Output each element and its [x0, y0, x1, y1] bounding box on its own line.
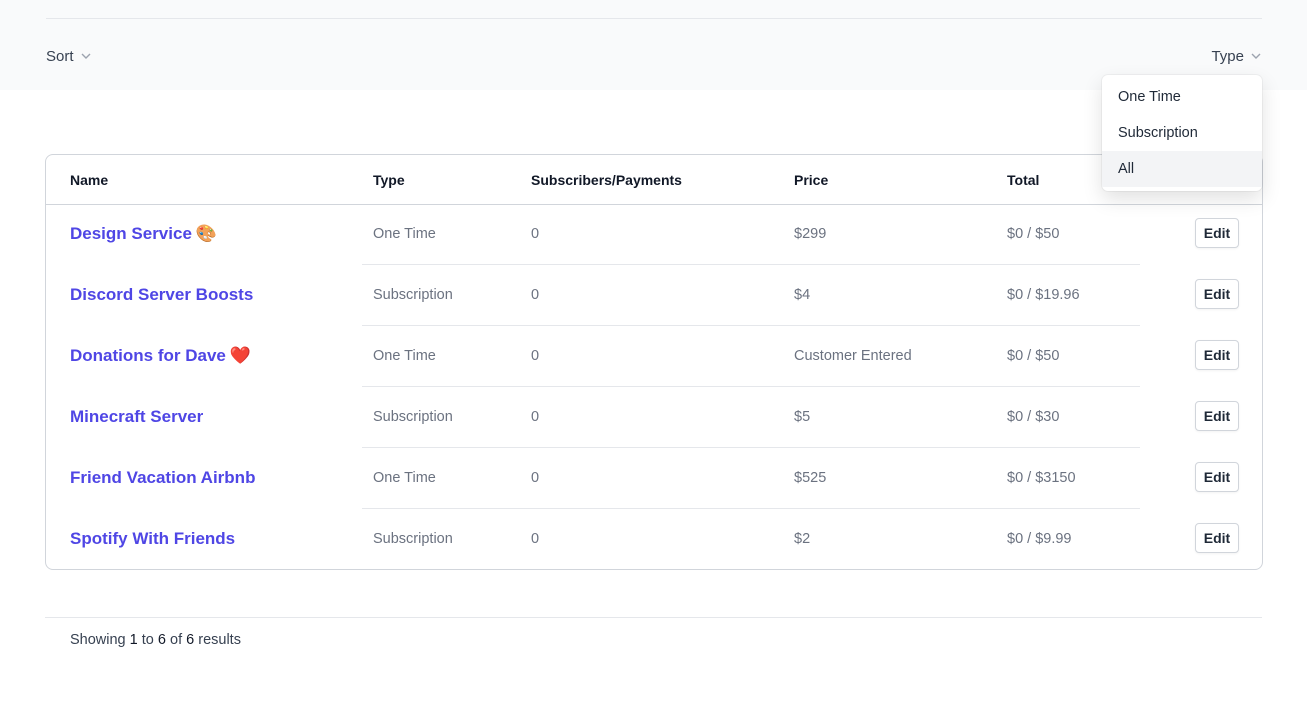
total-cell: $0 / $50 [1007, 226, 1060, 242]
column-header-total: Total [1007, 172, 1040, 188]
table-header: Name Type Subscribers/Payments Price Tot… [46, 155, 1262, 205]
results-from: 1 [129, 632, 138, 648]
price-cell: Customer Entered [794, 348, 912, 364]
column-header-price: Price [794, 172, 829, 188]
chevron-down-icon [1251, 53, 1261, 59]
column-header-name: Name [70, 172, 109, 188]
price-cell: $2 [794, 531, 811, 547]
price-cell: $525 [794, 470, 827, 486]
type-cell: One Time [373, 470, 436, 486]
edit-button[interactable]: Edit [1195, 523, 1239, 553]
type-cell: Subscription [373, 287, 453, 303]
type-option-all[interactable]: All [1102, 151, 1262, 187]
type-cell: Subscription [373, 531, 453, 547]
heart-emoji: ❤️ [229, 346, 252, 365]
subscribers-cell: 0 [531, 348, 540, 364]
sort-menu-button[interactable]: Sort [46, 46, 92, 66]
edit-button[interactable]: Edit [1195, 462, 1239, 492]
sort-label: Sort [46, 47, 74, 65]
price-cell: $5 [794, 409, 811, 425]
price-cell: $299 [794, 226, 827, 242]
type-option-subscription[interactable]: Subscription [1102, 115, 1262, 151]
total-cell: $0 / $50 [1007, 348, 1060, 364]
palette-emoji: 🎨 [195, 224, 218, 243]
type-menu-button[interactable]: Type [1211, 46, 1262, 66]
subscribers-cell: 0 [531, 531, 540, 547]
table-row: Design Service 🎨 One Time 0 $299 $0 / $50… [46, 204, 1262, 265]
chevron-down-icon [81, 53, 91, 59]
table-row: Donations for Dave ❤️ One Time 0 Customer… [46, 326, 1262, 387]
type-option-one-time[interactable]: One Time [1102, 79, 1262, 115]
subscribers-cell: 0 [531, 287, 540, 303]
edit-button[interactable]: Edit [1195, 340, 1239, 370]
type-cell: One Time [373, 226, 436, 242]
edit-button[interactable]: Edit [1195, 218, 1239, 248]
products-table: Name Type Subscribers/Payments Price Tot… [45, 154, 1263, 570]
product-name-link[interactable]: Discord Server Boosts [70, 285, 257, 305]
type-cell: One Time [373, 348, 436, 364]
column-header-subscribers: Subscribers/Payments [531, 172, 682, 188]
total-cell: $0 / $19.96 [1007, 287, 1080, 303]
product-name-link[interactable]: Spotify With Friends [70, 529, 239, 549]
total-cell: $0 / $9.99 [1007, 531, 1072, 547]
subscribers-cell: 0 [531, 226, 540, 242]
column-header-type: Type [373, 172, 405, 188]
table-row: Spotify With Friends Subscription 0 $2 $… [46, 509, 1262, 570]
product-name-link[interactable]: Design Service 🎨 [70, 224, 217, 244]
edit-button[interactable]: Edit [1195, 401, 1239, 431]
divider [46, 18, 1262, 19]
results-summary: Showing 1 to 6 of 6 results [70, 632, 241, 648]
subscribers-cell: 0 [531, 409, 540, 425]
results-total: 6 [186, 632, 195, 648]
table-row: Friend Vacation Airbnb One Time 0 $525 $… [46, 448, 1262, 509]
divider [45, 617, 1262, 618]
price-cell: $4 [794, 287, 811, 303]
total-cell: $0 / $3150 [1007, 470, 1076, 486]
type-filter-dropdown: One Time Subscription All [1102, 75, 1262, 191]
product-name-link[interactable]: Donations for Dave ❤️ [70, 346, 251, 366]
subscribers-cell: 0 [531, 470, 540, 486]
table-row: Discord Server Boosts Subscription 0 $4 … [46, 265, 1262, 326]
results-to: 6 [157, 632, 166, 648]
product-name-link[interactable]: Minecraft Server [70, 407, 207, 427]
table-row: Minecraft Server Subscription 0 $5 $0 / … [46, 387, 1262, 448]
total-cell: $0 / $30 [1007, 409, 1060, 425]
product-name-link[interactable]: Friend Vacation Airbnb [70, 468, 259, 488]
type-label: Type [1211, 47, 1244, 65]
type-cell: Subscription [373, 409, 453, 425]
edit-button[interactable]: Edit [1195, 279, 1239, 309]
